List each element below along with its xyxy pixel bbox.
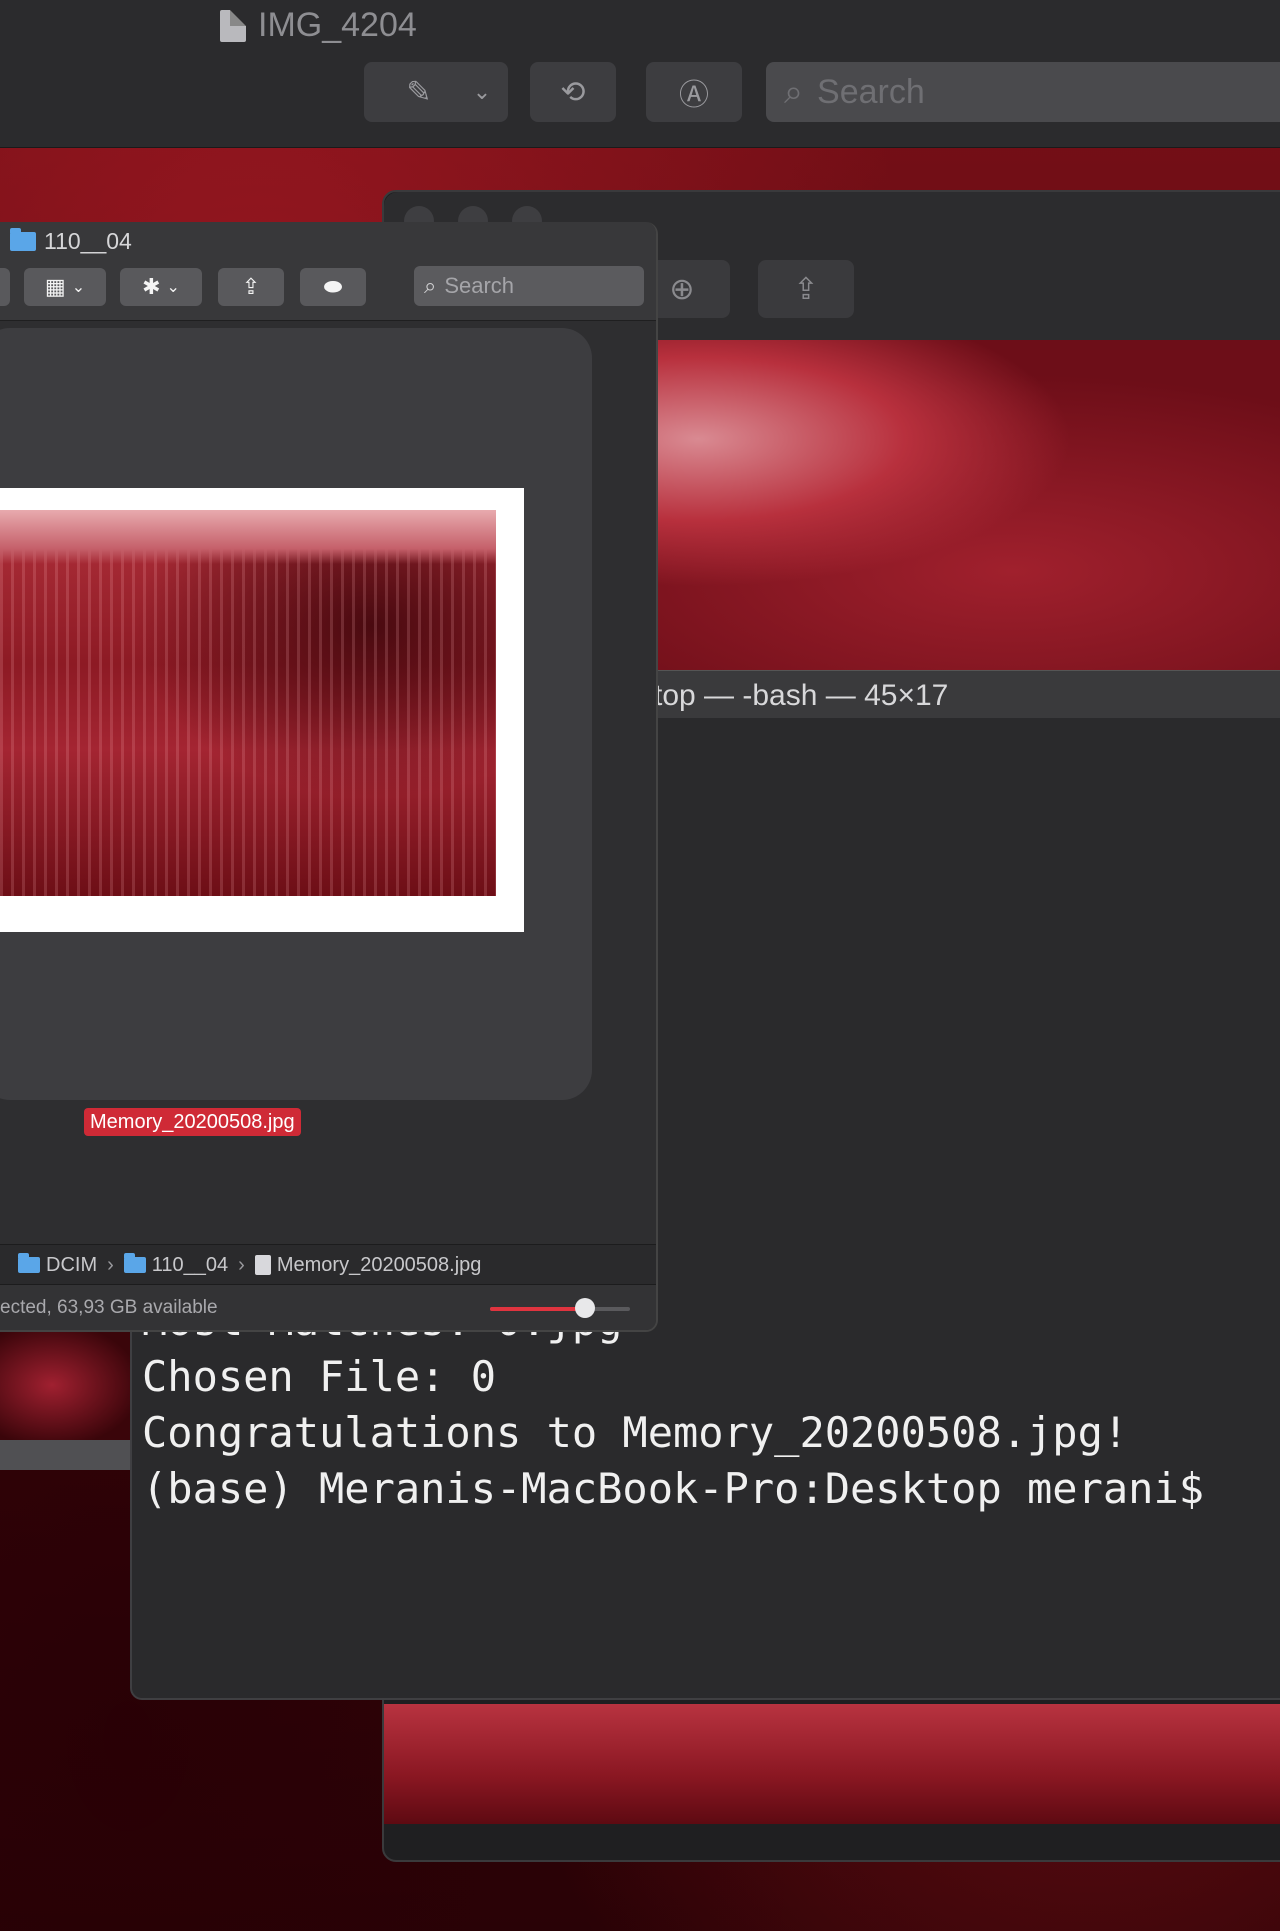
share-icon: ⇪	[793, 272, 819, 306]
slider-fill	[490, 1307, 586, 1311]
zoom-in-icon: ⊕	[669, 272, 695, 306]
rotate-button[interactable]: ⟲	[530, 62, 616, 122]
search-icon: ⌕	[424, 273, 437, 298]
finder-title: 110__04	[10, 228, 132, 255]
file-thumbnail[interactable]	[0, 488, 524, 932]
finder-title-text: 110__04	[44, 228, 132, 254]
chevron-right-icon: ›	[107, 1253, 114, 1276]
finder-search-placeholder: Search	[444, 273, 515, 298]
icon-size-slider[interactable]	[490, 1298, 630, 1318]
chevron-down-icon: ⌄	[472, 79, 492, 104]
status-bar: ected, 63,93 GB available	[0, 1284, 656, 1330]
image-file-icon	[254, 1255, 271, 1275]
share-button[interactable]: ⇪	[758, 260, 854, 318]
chevron-down-icon: ⌄	[71, 279, 86, 296]
document-icon	[220, 9, 246, 42]
terminal-prompt-line: (base) Meranis-MacBook-Pro:Desktop meran…	[142, 1464, 1205, 1513]
gear-icon: ✱	[142, 274, 161, 299]
slider-knob[interactable]	[575, 1298, 596, 1318]
action-button[interactable]: ✱ ⌄	[120, 268, 202, 306]
finder-window: 110__04 ▦ ⌄ ✱ ⌄ ⇪ ⬬ ⌕ Search Memory_2020…	[0, 222, 658, 1332]
folder-icon	[10, 228, 36, 251]
preview-window: IMG_4204 ✎ ⌄ ⟲ Ⓐ ⌕ Search	[0, 0, 1280, 148]
finder-search-field[interactable]: ⌕ Search	[414, 266, 644, 306]
chevron-right-icon: ›	[238, 1253, 245, 1276]
search-icon: ⌕	[784, 72, 804, 111]
selected-file-name[interactable]: Memory_20200508.jpg	[84, 1108, 301, 1136]
share-button[interactable]: ⇪	[218, 268, 284, 306]
chevron-down-icon: ⌄	[166, 279, 180, 296]
share-icon: ⇪	[241, 274, 261, 299]
status-text: ected, 63,93 GB available	[0, 1297, 218, 1318]
path-bar: DCIM › 110__04 › Memory_20200508.jpg	[0, 1244, 656, 1285]
terminal-title: ktop — -bash — 45×17	[639, 679, 949, 712]
view-options-button[interactable]: ▦ ⌄	[24, 268, 106, 306]
tag-button[interactable]: ⬬	[300, 268, 366, 306]
path-item-dcim[interactable]: DCIM	[46, 1254, 97, 1277]
viewer-photo-bottom	[384, 1704, 1280, 1824]
preview-search-placeholder: Search	[817, 72, 925, 111]
folder-icon	[18, 1253, 40, 1273]
path-item-file[interactable]: Memory_20200508.jpg	[277, 1254, 482, 1277]
pen-icon: ✎	[406, 75, 432, 109]
rotate-icon: ⟲	[560, 75, 586, 109]
background-window-edge	[0, 1440, 130, 1470]
terminal-line: Chosen File: 0	[142, 1352, 497, 1401]
markup-circle-icon: Ⓐ	[679, 79, 709, 112]
markup-toolbar-button[interactable]: Ⓐ	[646, 62, 742, 122]
preview-search-field[interactable]: ⌕ Search	[766, 62, 1280, 122]
preview-window-title: IMG_4204	[220, 6, 417, 45]
back-button[interactable]	[0, 268, 10, 306]
tag-icon: ⬬	[323, 274, 343, 299]
grid-view-icon: ▦	[44, 274, 66, 299]
markup-dropdown-button[interactable]: ⌄	[456, 62, 508, 122]
terminal-line: Congratulations to Memory_20200508.jpg!	[142, 1408, 1129, 1457]
finder-toolbar: 110__04 ▦ ⌄ ✱ ⌄ ⇪ ⬬ ⌕ Search	[0, 222, 656, 321]
preview-title-text: IMG_4204	[258, 6, 417, 44]
path-item-folder[interactable]: 110__04	[152, 1254, 228, 1277]
folder-icon	[123, 1253, 146, 1273]
waterfall-photo	[0, 510, 496, 896]
desktop-wallpaper-strip	[0, 1330, 130, 1440]
